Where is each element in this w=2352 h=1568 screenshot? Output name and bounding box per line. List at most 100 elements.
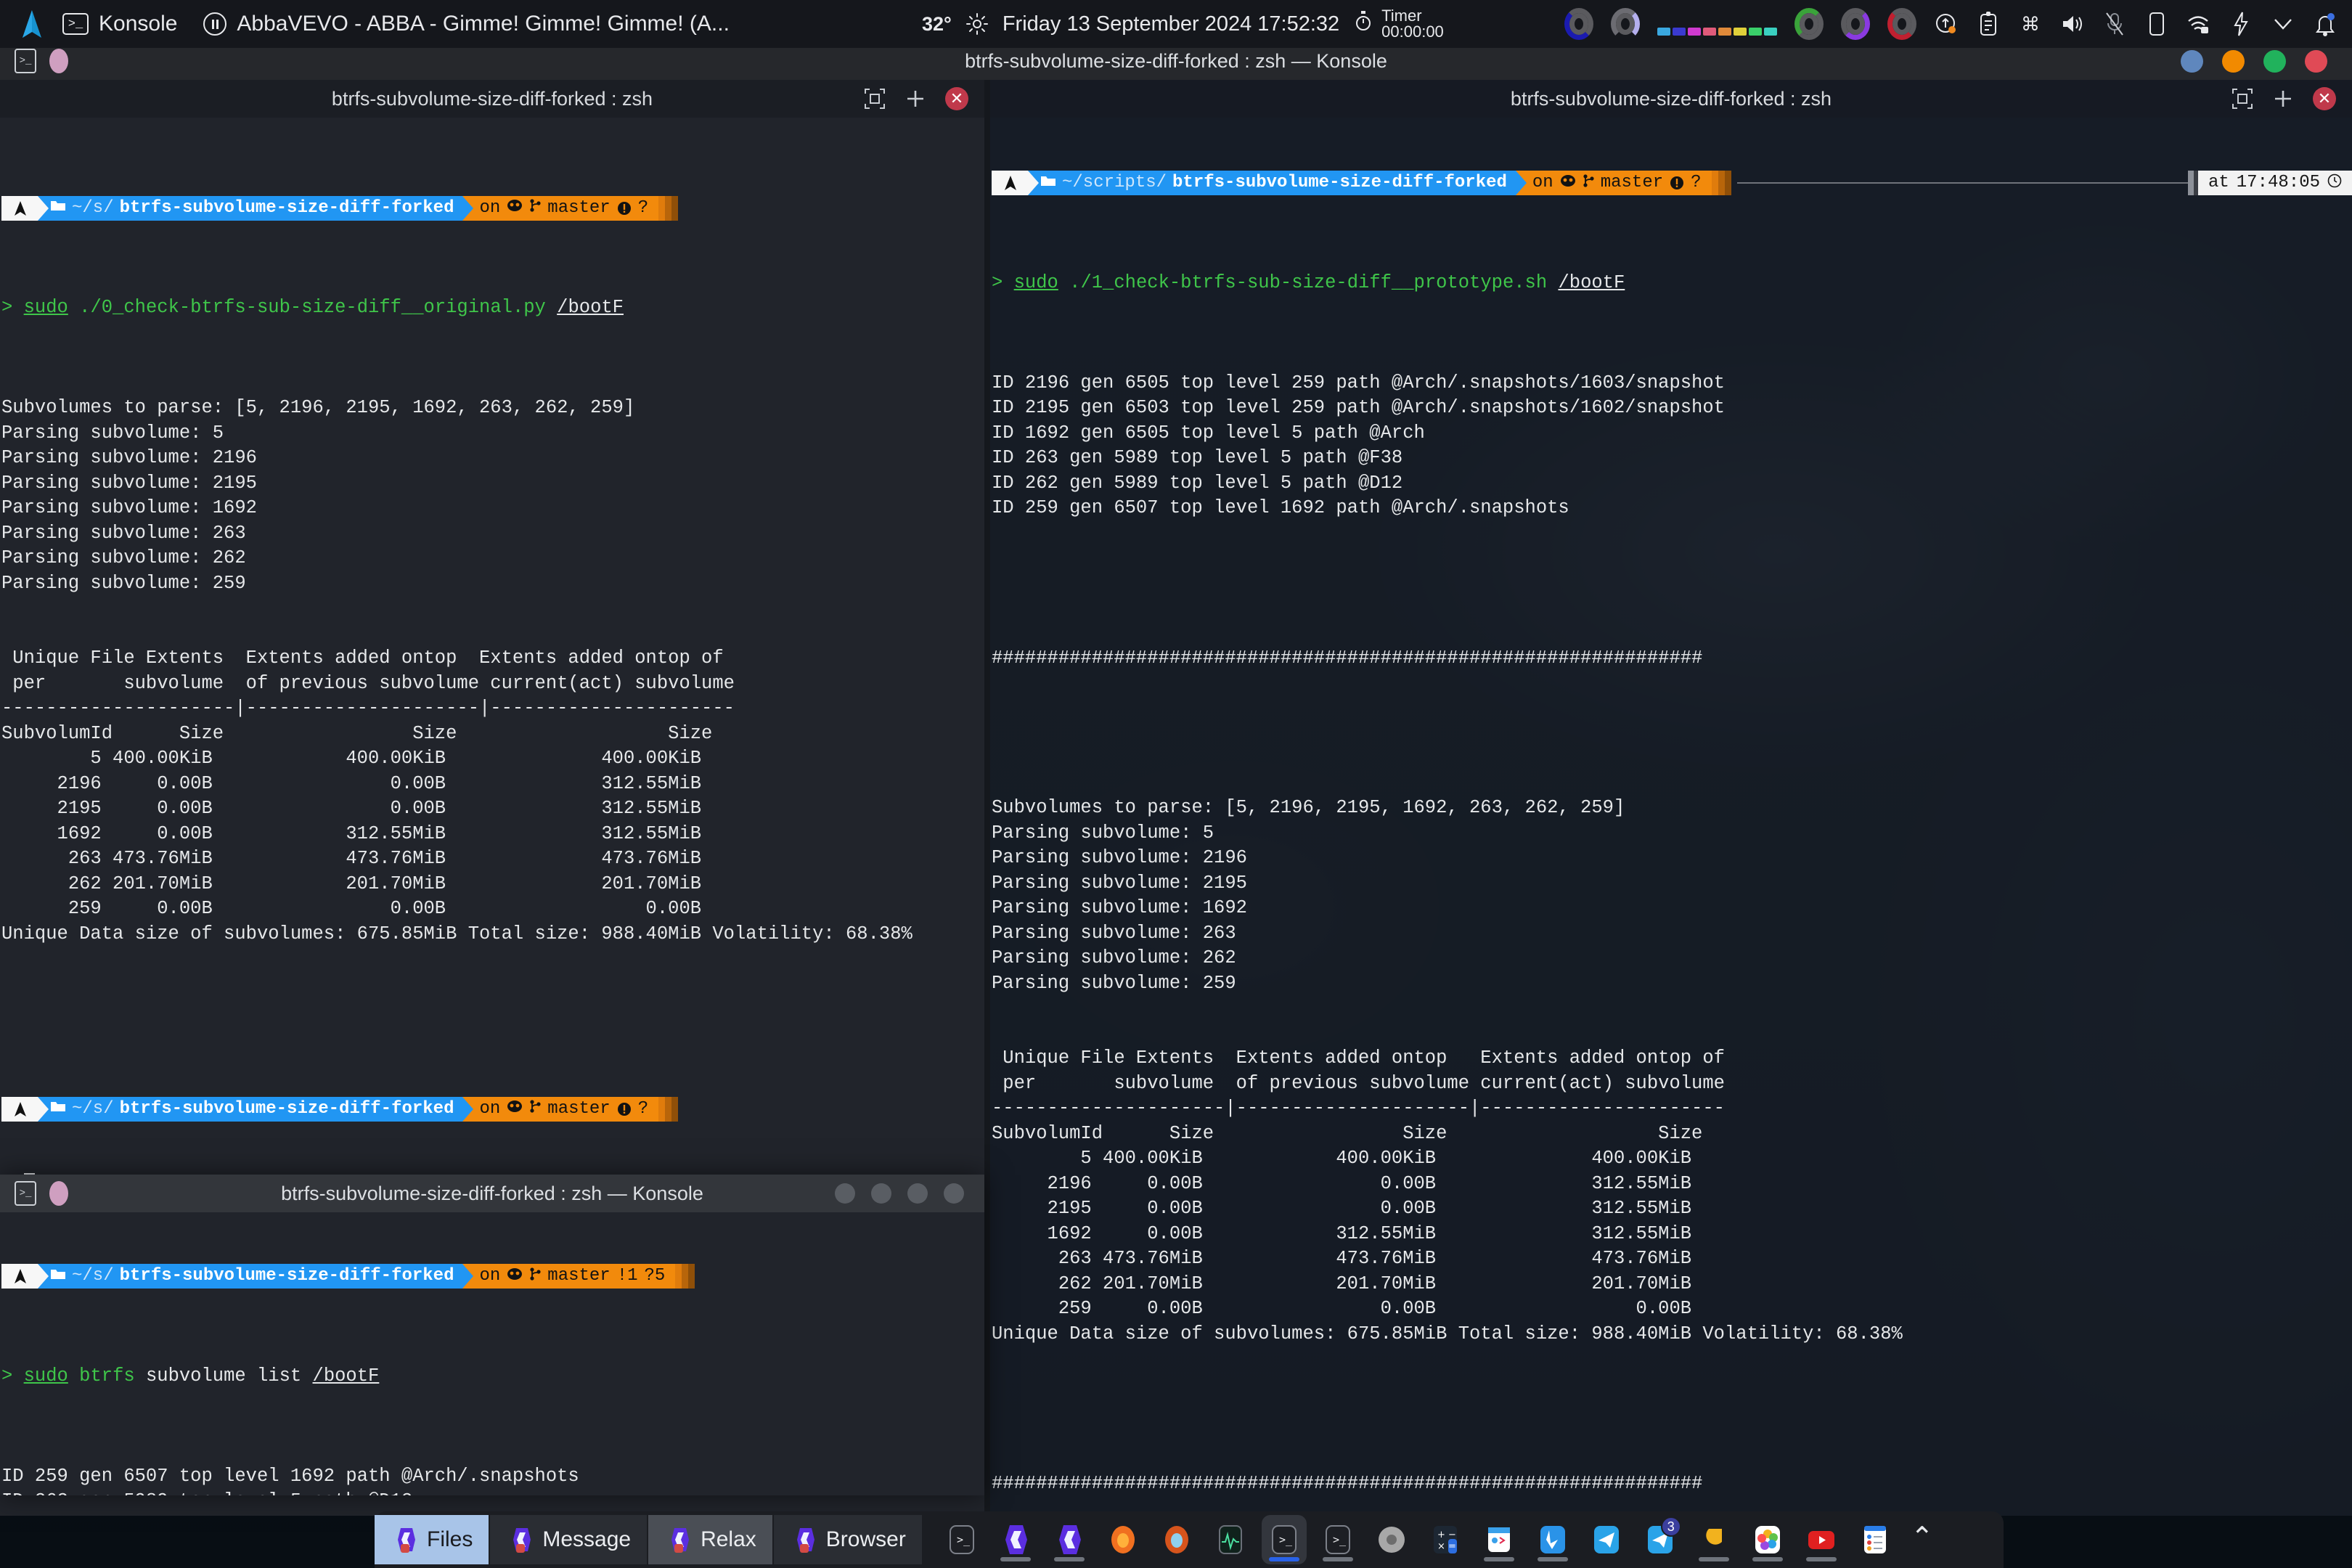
running-indicator bbox=[1698, 1557, 1729, 1561]
subvolume-line: ID 259 gen 6507 top level 1692 path @Arc… bbox=[992, 497, 1569, 518]
wifi-lock-icon[interactable] bbox=[2186, 10, 2211, 38]
microphone-muted-icon[interactable] bbox=[2102, 10, 2127, 38]
photos-icon[interactable] bbox=[1745, 1515, 1790, 1564]
firefox-globe-icon[interactable] bbox=[1154, 1515, 1199, 1564]
drop-icon[interactable] bbox=[1691, 1515, 1736, 1564]
restore-button[interactable] bbox=[907, 1183, 928, 1204]
new-tab-icon[interactable] bbox=[2272, 88, 2294, 110]
ring-blue-icon[interactable] bbox=[1564, 8, 1593, 40]
terminal-prompt-icon[interactable]: >_ bbox=[939, 1515, 984, 1564]
command-line-left: > sudo ./0_check-btrfs-sub-size-diff__or… bbox=[1, 297, 624, 318]
files-app-icon bbox=[391, 1525, 420, 1554]
close-tab-icon[interactable]: ✕ bbox=[945, 87, 968, 110]
subvolume-line: ID 259 gen 6507 top level 1692 path @Arc… bbox=[1, 1465, 579, 1487]
terminal-output-right[interactable]: ~/scripts/btrfs-subvolume-size-diff-fork… bbox=[990, 118, 2352, 1516]
taskbar-konsole-entry[interactable]: >_ Konsole bbox=[62, 12, 177, 36]
split-view-icon[interactable] bbox=[864, 88, 886, 110]
maximize-button[interactable] bbox=[2222, 49, 2245, 73]
arch-linux-logo[interactable] bbox=[17, 9, 46, 39]
notification-bell-icon[interactable] bbox=[2313, 10, 2337, 38]
table-row: 263 473.76MiB 473.76MiB 473.76MiB bbox=[1, 848, 702, 869]
files-purple-2-icon[interactable] bbox=[1047, 1515, 1092, 1564]
color-swatch bbox=[1734, 28, 1747, 36]
terminal-2-icon[interactable]: >_ bbox=[1315, 1515, 1360, 1564]
output-line: Parsing subvolume: 2196 bbox=[1, 447, 257, 468]
prompt-git-left: on master ? bbox=[473, 195, 659, 221]
chevron-up-icon[interactable]: ⌃ bbox=[1898, 1521, 1947, 1559]
firefox-icon[interactable] bbox=[1101, 1515, 1146, 1564]
desktop: >_ Konsole AbbaVEVO - ABBA - Gimme! Gimm… bbox=[0, 0, 2352, 1568]
ring-purple-icon[interactable] bbox=[1841, 8, 1870, 40]
power-bolt-icon[interactable] bbox=[2229, 10, 2253, 38]
profile-dot-icon[interactable] bbox=[49, 49, 68, 73]
task-button-files[interactable]: Files bbox=[375, 1515, 491, 1564]
minimize-button[interactable] bbox=[835, 1183, 855, 1204]
terminal-output-secondary[interactable]: ~/s/btrfs-subvolume-size-diff-forked on … bbox=[0, 1212, 984, 1495]
output-line: Subvolumes to parse: [5, 2196, 2195, 169… bbox=[1, 397, 635, 418]
subvolume-line: ID 262 gen 5989 top level 5 path @D12 bbox=[992, 472, 1403, 494]
svg-text:>_: >_ bbox=[957, 1533, 971, 1546]
telegram-icon[interactable] bbox=[1584, 1515, 1629, 1564]
split-view-icon[interactable] bbox=[2231, 88, 2253, 110]
prompt-status-extra: ? bbox=[637, 197, 649, 218]
konsole-icon[interactable]: >_ bbox=[1261, 1515, 1307, 1564]
prompt-path-main: btrfs-subvolume-size-diff-forked bbox=[119, 1266, 454, 1286]
topbar-konsole-label: Konsole bbox=[99, 12, 178, 36]
phone-icon[interactable] bbox=[2144, 10, 2169, 38]
color-swatches-icon[interactable] bbox=[1657, 8, 1777, 40]
telegram-2-icon[interactable]: 3 bbox=[1638, 1515, 1683, 1564]
table-row: 1692 0.00B 312.55MiB 312.55MiB bbox=[992, 1222, 1692, 1244]
ring-green-icon[interactable] bbox=[1794, 8, 1824, 40]
tab-title-left[interactable]: btrfs-subvolume-size-diff-forked : zsh bbox=[332, 88, 653, 110]
close-tab-icon[interactable]: ✕ bbox=[2313, 87, 2336, 110]
color-swatch bbox=[1764, 28, 1777, 36]
new-tab-icon[interactable] bbox=[905, 88, 926, 110]
github-icon bbox=[507, 1100, 523, 1118]
output-line: Subvolumes to parse: [5, 2196, 2195, 169… bbox=[992, 797, 1625, 818]
timer-value: 00:00:00 bbox=[1381, 23, 1444, 41]
table-row: 259 0.00B 0.00B 0.00B bbox=[1, 898, 702, 919]
task-button-relax[interactable]: Relax bbox=[648, 1515, 774, 1564]
pause-icon[interactable] bbox=[203, 12, 227, 36]
settings-gear-icon[interactable] bbox=[1369, 1515, 1414, 1564]
ring-lavender-icon[interactable] bbox=[1611, 8, 1640, 40]
update-arrow-icon[interactable] bbox=[1934, 10, 1959, 38]
keyboard-layout-icon[interactable]: ⌘ bbox=[2018, 10, 2043, 38]
window-titlebar-secondary[interactable]: >_ btrfs-subvolume-size-diff-forked : zs… bbox=[0, 1175, 984, 1212]
task-button-browser[interactable]: Browser bbox=[773, 1515, 923, 1564]
close-button[interactable] bbox=[2305, 49, 2327, 73]
calculator-icon[interactable]: + − × = bbox=[1423, 1515, 1468, 1564]
clipboard-icon[interactable] bbox=[1976, 10, 2001, 38]
task-button-message[interactable]: Message bbox=[490, 1515, 649, 1564]
minimize-button[interactable] bbox=[2181, 49, 2203, 73]
github-icon bbox=[507, 1267, 523, 1286]
profile-dot-icon[interactable] bbox=[49, 1181, 68, 1206]
close-button[interactable] bbox=[944, 1183, 964, 1204]
subvolume-line: ID 262 gen 5989 top level 5 path @D12 bbox=[1, 1489, 984, 1495]
prompt-branch-label: master bbox=[1600, 173, 1664, 192]
timer-widget[interactable]: Timer 00:00:00 bbox=[1354, 8, 1444, 40]
restore-button[interactable] bbox=[2263, 49, 2286, 73]
chevron-down-icon[interactable] bbox=[2271, 10, 2295, 38]
youtube-icon[interactable] bbox=[1799, 1515, 1844, 1564]
folder-icon bbox=[1040, 174, 1056, 192]
pane-divider[interactable] bbox=[984, 80, 990, 1516]
maximize-button[interactable] bbox=[871, 1183, 891, 1204]
datetime-label[interactable]: Friday 13 September 2024 17:52:32 bbox=[1003, 12, 1339, 36]
files-purple-icon[interactable] bbox=[993, 1515, 1038, 1564]
volume-icon[interactable] bbox=[2060, 10, 2085, 38]
file-manager-icon[interactable] bbox=[1477, 1515, 1522, 1564]
separator-line-1: ########################################… bbox=[992, 647, 1703, 669]
github-icon bbox=[1560, 174, 1576, 192]
tab-title-right[interactable]: btrfs-subvolume-size-diff-forked : zsh bbox=[1511, 88, 1832, 110]
temperature-label: 32° bbox=[922, 12, 952, 35]
prompt-path-main: btrfs-subvolume-size-diff-forked bbox=[119, 197, 454, 218]
ring-red-icon[interactable] bbox=[1887, 8, 1916, 40]
media-player-entry[interactable]: AbbaVEVO - ABBA - Gimme! Gimme! Gimme! (… bbox=[203, 12, 730, 36]
output-block-left: Subvolumes to parse: [5, 2196, 2195, 169… bbox=[1, 396, 984, 596]
tasks-icon[interactable] bbox=[1853, 1515, 1898, 1564]
running-indicator bbox=[1268, 1557, 1299, 1561]
table-row: 263 473.76MiB 473.76MiB 473.76MiB bbox=[992, 1248, 1692, 1269]
system-monitor-icon[interactable] bbox=[1208, 1515, 1253, 1564]
kde-app-icon[interactable] bbox=[1530, 1515, 1575, 1564]
